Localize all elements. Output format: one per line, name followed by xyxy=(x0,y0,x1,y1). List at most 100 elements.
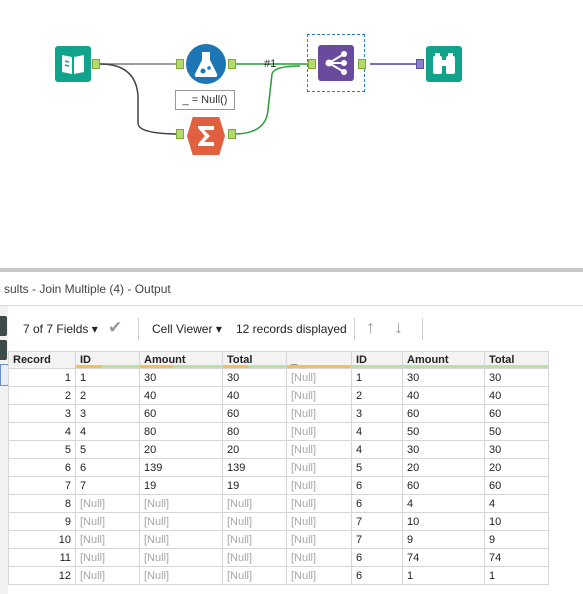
table-cell[interactable]: 60 xyxy=(484,476,549,495)
table-cell[interactable]: 4 xyxy=(402,494,485,513)
input-anchor[interactable] xyxy=(308,59,316,69)
table-cell[interactable]: 2 xyxy=(75,386,140,405)
table-cell[interactable]: [Null] xyxy=(139,512,223,531)
column-header-total-2[interactable]: Total xyxy=(484,351,549,369)
table-cell[interactable]: 60 xyxy=(402,476,485,495)
column-header-id[interactable]: ID xyxy=(75,351,140,369)
table-cell[interactable]: 9 xyxy=(484,530,549,549)
table-cell[interactable]: 3 xyxy=(351,404,403,423)
table-cell[interactable]: [Null] xyxy=(286,440,352,459)
table-cell[interactable]: [Null] xyxy=(286,386,352,405)
table-cell[interactable]: 19 xyxy=(139,476,223,495)
table-row[interactable]: 6 6 139 139 [Null] 5 20 20 xyxy=(8,458,549,477)
table-cell[interactable]: 60 xyxy=(222,404,287,423)
table-row[interactable]: 11 [Null] [Null] [Null] [Null] 6 74 74 xyxy=(8,548,549,567)
table-cell[interactable]: 40 xyxy=(222,386,287,405)
table-cell[interactable]: [Null] xyxy=(222,548,287,567)
table-cell[interactable]: 7 xyxy=(75,476,140,495)
output-anchor[interactable] xyxy=(228,59,236,69)
table-cell[interactable]: [Null] xyxy=(139,566,223,585)
input-anchor[interactable] xyxy=(176,129,184,139)
table-cell[interactable]: 50 xyxy=(402,422,485,441)
table-cell[interactable]: [Null] xyxy=(286,566,352,585)
table-cell[interactable]: 1 xyxy=(484,566,549,585)
table-row[interactable]: 9 [Null] [Null] [Null] [Null] 7 10 10 xyxy=(8,512,549,531)
record-number[interactable]: 9 xyxy=(8,512,76,531)
table-cell[interactable]: [Null] xyxy=(286,368,352,387)
column-header-amount[interactable]: Amount xyxy=(139,351,223,369)
table-cell[interactable]: [Null] xyxy=(286,548,352,567)
table-row[interactable]: 10 [Null] [Null] [Null] [Null] 7 9 9 xyxy=(8,530,549,549)
table-cell[interactable]: 30 xyxy=(222,368,287,387)
table-cell[interactable]: [Null] xyxy=(222,494,287,513)
table-cell[interactable]: 6 xyxy=(351,476,403,495)
table-cell[interactable]: 5 xyxy=(75,440,140,459)
table-cell[interactable]: 19 xyxy=(222,476,287,495)
input-anchor[interactable] xyxy=(416,59,424,69)
record-number[interactable]: 3 xyxy=(8,404,76,423)
table-cell[interactable]: 2 xyxy=(351,386,403,405)
table-cell[interactable]: 10 xyxy=(484,512,549,531)
summarize-tool[interactable] xyxy=(187,117,225,155)
browse-tool[interactable] xyxy=(426,46,462,82)
table-cell[interactable]: 10 xyxy=(402,512,485,531)
table-cell[interactable]: [Null] xyxy=(286,494,352,513)
fields-dropdown[interactable]: 7 of 7 Fields ▾ xyxy=(23,322,98,336)
table-cell[interactable]: 6 xyxy=(351,566,403,585)
input-data-tool[interactable] xyxy=(55,46,91,82)
table-row[interactable]: 7 7 19 19 [Null] 6 60 60 xyxy=(8,476,549,495)
table-cell[interactable]: 20 xyxy=(402,458,485,477)
record-number[interactable]: 1 xyxy=(8,368,76,387)
table-cell[interactable]: [Null] xyxy=(286,404,352,423)
record-number[interactable]: 8 xyxy=(8,494,76,513)
table-cell[interactable]: 30 xyxy=(402,440,485,459)
table-cell[interactable]: 60 xyxy=(402,404,485,423)
table-row[interactable]: 2 2 40 40 [Null] 2 40 40 xyxy=(8,386,549,405)
record-number[interactable]: 2 xyxy=(8,386,76,405)
table-cell[interactable]: [Null] xyxy=(75,512,140,531)
table-cell[interactable]: 4 xyxy=(351,422,403,441)
record-number[interactable]: 6 xyxy=(8,458,76,477)
table-cell[interactable]: 6 xyxy=(351,548,403,567)
table-cell[interactable]: [Null] xyxy=(139,530,223,549)
table-row[interactable]: 8 [Null] [Null] [Null] [Null] 6 4 4 xyxy=(8,494,549,513)
checkmark-icon[interactable]: ✔ xyxy=(108,318,122,338)
table-cell[interactable]: [Null] xyxy=(139,548,223,567)
record-number[interactable]: 5 xyxy=(8,440,76,459)
join-multiple-tool[interactable] xyxy=(318,45,354,81)
table-cell[interactable]: [Null] xyxy=(75,566,140,585)
table-cell[interactable]: [Null] xyxy=(75,494,140,513)
table-cell[interactable]: 20 xyxy=(484,458,549,477)
table-cell[interactable]: [Null] xyxy=(222,530,287,549)
record-number[interactable]: 10 xyxy=(8,530,76,549)
table-cell[interactable]: 40 xyxy=(484,386,549,405)
table-cell[interactable]: 30 xyxy=(139,368,223,387)
table-cell[interactable]: 50 xyxy=(484,422,549,441)
table-cell[interactable]: [Null] xyxy=(286,512,352,531)
table-cell[interactable]: 139 xyxy=(222,458,287,477)
table-cell[interactable]: 20 xyxy=(222,440,287,459)
table-cell[interactable]: 6 xyxy=(351,494,403,513)
table-cell[interactable]: [Null] xyxy=(75,548,140,567)
table-cell[interactable]: [Null] xyxy=(222,566,287,585)
table-cell[interactable]: [Null] xyxy=(75,530,140,549)
table-cell[interactable]: 74 xyxy=(402,548,485,567)
column-header-total[interactable]: Total xyxy=(222,351,287,369)
table-cell[interactable]: 30 xyxy=(402,368,485,387)
table-cell[interactable]: 20 xyxy=(139,440,223,459)
input-anchor[interactable] xyxy=(176,59,184,69)
table-cell[interactable]: 40 xyxy=(139,386,223,405)
output-anchor[interactable] xyxy=(92,59,100,69)
table-cell[interactable]: 1 xyxy=(75,368,140,387)
table-cell[interactable]: 7 xyxy=(351,530,403,549)
arrow-up-icon[interactable]: ↑ xyxy=(366,317,375,338)
formula-tool[interactable] xyxy=(186,44,226,84)
record-number[interactable]: 11 xyxy=(8,548,76,567)
record-number[interactable]: 4 xyxy=(8,422,76,441)
table-cell[interactable]: 9 xyxy=(402,530,485,549)
arrow-down-icon[interactable]: ↓ xyxy=(394,317,403,338)
table-cell[interactable]: 30 xyxy=(484,440,549,459)
record-number[interactable]: 12 xyxy=(8,566,76,585)
side-button-2[interactable] xyxy=(0,340,7,360)
side-button-1[interactable] xyxy=(0,316,7,336)
